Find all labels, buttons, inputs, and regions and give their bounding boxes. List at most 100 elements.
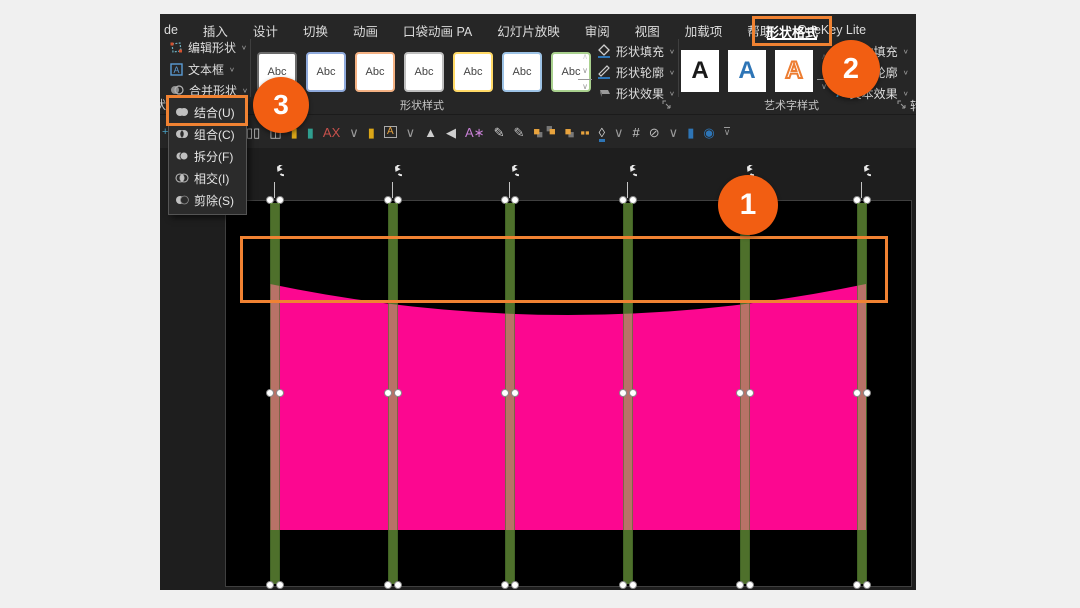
small-squares-icon[interactable]: ▪▪	[580, 126, 589, 139]
group-label-wordart-styles: 艺术字样式	[764, 97, 819, 113]
eyedropper-icon[interactable]: ✎	[494, 126, 505, 139]
gallery-more-icon[interactable]: ∨	[578, 79, 592, 93]
shape-style-thumb[interactable]: Abc	[355, 52, 395, 92]
intersect-icon	[175, 172, 189, 184]
textbox-button[interactable]: A 文本框 ∨	[170, 59, 235, 79]
selection-handles-bottom[interactable]	[735, 581, 755, 589]
svg-text:A: A	[173, 65, 179, 75]
flip-icon[interactable]: ▲	[424, 126, 437, 139]
bring-forward-icon[interactable]: ■	[533, 127, 540, 138]
selection-handles-bottom[interactable]	[383, 581, 403, 589]
chevron-down-icon: ∨	[669, 68, 675, 75]
selection-handles-middle[interactable]	[500, 389, 520, 397]
menu-tab[interactable]: 视图	[635, 21, 660, 40]
textbox-icon: A	[170, 63, 183, 76]
wordart-style-3[interactable]: A	[775, 50, 813, 92]
menu-tab[interactable]: 幻灯片放映	[497, 21, 560, 40]
shape-effects-icon	[597, 86, 611, 100]
menu-tab[interactable]: 设计	[253, 21, 278, 40]
rotate-handle-icon[interactable]	[501, 165, 519, 183]
shape-style-thumb[interactable]: Abc	[502, 52, 542, 92]
green-bar-shape[interactable]	[265, 165, 285, 590]
crop-icon[interactable]: #	[633, 126, 640, 139]
menu-item-subtract[interactable]: 剪除(S)	[169, 189, 246, 211]
selection-handles-bottom[interactable]	[265, 581, 285, 589]
menu-tab[interactable]: 切换	[303, 21, 328, 40]
rotate-handle-icon[interactable]	[853, 165, 871, 183]
menu-tab[interactable]: 动画	[353, 21, 378, 40]
edit-shape-icon	[170, 41, 183, 54]
chevron-down-icon: ∨	[669, 89, 675, 96]
selection-handles-middle[interactable]	[735, 389, 755, 397]
combine-icon	[175, 128, 189, 140]
chevron-down-icon: ∨	[903, 47, 909, 54]
selection-handles-bottom[interactable]	[852, 581, 872, 589]
no-outline-icon[interactable]: ⊘	[649, 126, 660, 139]
menu-tab[interactable]: 审阅	[585, 21, 610, 40]
back-triangle-icon[interactable]: ◀	[446, 126, 456, 139]
textbox-tool-icon[interactable]: A	[384, 126, 397, 138]
dialog-launcher-icon[interactable]	[662, 100, 672, 110]
tab-shape-format[interactable]: 形状格式	[752, 16, 832, 46]
rotate-handle-icon[interactable]	[266, 165, 284, 183]
shape-fill-icon	[597, 44, 611, 58]
clipped-group-label: 转	[910, 97, 916, 114]
format-eraser-icon[interactable]: A∗	[465, 126, 485, 139]
eyedropper2-icon[interactable]: ✎	[513, 126, 524, 139]
shape-outline-button[interactable]: 形状轮廓 ∨	[597, 62, 675, 82]
animation-text-icon[interactable]: AX	[323, 126, 340, 139]
fragment-icon	[175, 150, 189, 162]
shape-fill-button[interactable]: 形状填充 ∨	[597, 41, 675, 61]
shape-style-thumb[interactable]: Abc	[453, 52, 493, 92]
chevron-down-icon[interactable]: ∨	[406, 126, 416, 139]
chevron-down-icon[interactable]: ∨	[669, 126, 679, 139]
rotate-handle-icon[interactable]	[619, 165, 637, 183]
distribute-horizontal-icon[interactable]: ▯▯	[246, 126, 260, 139]
step-badge-2: 2	[822, 40, 880, 98]
green-bar-shape[interactable]	[383, 165, 403, 590]
blue-bar-icon[interactable]: ▮	[687, 126, 694, 139]
active-tab-underline	[767, 38, 817, 40]
menu-tab[interactable]: 口袋动画 PA	[403, 21, 472, 40]
gallery-scroll-arrows: ∧ ∨ ∨	[578, 50, 592, 93]
group-divider	[678, 39, 679, 97]
subtract-icon	[175, 194, 189, 206]
yellow-bar2-icon[interactable]: ▮	[368, 126, 375, 139]
gallery-down-icon[interactable]: ∨	[578, 64, 592, 78]
fill-bucket-icon[interactable]: ◊	[599, 126, 605, 139]
wordart-style-1[interactable]: A	[681, 50, 719, 92]
edit-shape-button[interactable]: 编辑形状 ∨	[170, 37, 247, 57]
blue-circle-icon[interactable]: ◉	[703, 126, 714, 139]
rotate-handle-icon[interactable]	[384, 165, 402, 183]
shape-style-thumb[interactable]: Abc	[404, 52, 444, 92]
dialog-launcher-icon[interactable]	[897, 100, 907, 110]
green-bar-shape[interactable]	[618, 165, 638, 590]
menu-tab[interactable]: 加载项	[685, 21, 723, 40]
menu-item-fragment[interactable]: 拆分(F)	[169, 145, 246, 167]
chevron-down-icon: ∨	[669, 47, 675, 54]
green-bar-shape[interactable]	[852, 165, 872, 590]
step-badge-1: 1	[718, 175, 778, 235]
selection-handles-middle[interactable]	[265, 389, 285, 397]
chevron-down-icon[interactable]: ∨	[614, 126, 624, 139]
chevron-down-icon[interactable]: ∨	[349, 126, 359, 139]
bring-front-icon[interactable]: ■	[549, 127, 556, 138]
more-tools-icon[interactable]: ∨	[724, 127, 731, 137]
gallery-up-icon[interactable]: ∧	[578, 50, 592, 64]
menu-tab[interactable]: de	[164, 23, 178, 37]
selection-handles-middle[interactable]	[618, 389, 638, 397]
wordart-style-2[interactable]: A	[728, 50, 766, 92]
selection-handles-bottom[interactable]	[618, 581, 638, 589]
selection-handles-middle[interactable]	[383, 389, 403, 397]
menu-item-intersect[interactable]: 相交(I)	[169, 167, 246, 189]
menu-item-combine[interactable]: 组合(C)	[169, 123, 246, 145]
green-bar-shape[interactable]	[500, 165, 520, 590]
send-back-icon[interactable]: ■	[565, 127, 572, 138]
chevron-down-icon: ∨	[903, 89, 909, 96]
quick-toolbar: ▯▯◫▮▮AX∨▮A∨▲◀A∗✎✎■■■▪▪◊∨#⊘∨▮◉∨	[246, 118, 730, 146]
selection-handles-middle[interactable]	[852, 389, 872, 397]
shape-style-thumb[interactable]: Abc	[306, 52, 346, 92]
teal-bar-icon[interactable]: ▮	[307, 126, 314, 139]
highlight-box-union	[166, 95, 248, 126]
selection-handles-bottom[interactable]	[500, 581, 520, 589]
